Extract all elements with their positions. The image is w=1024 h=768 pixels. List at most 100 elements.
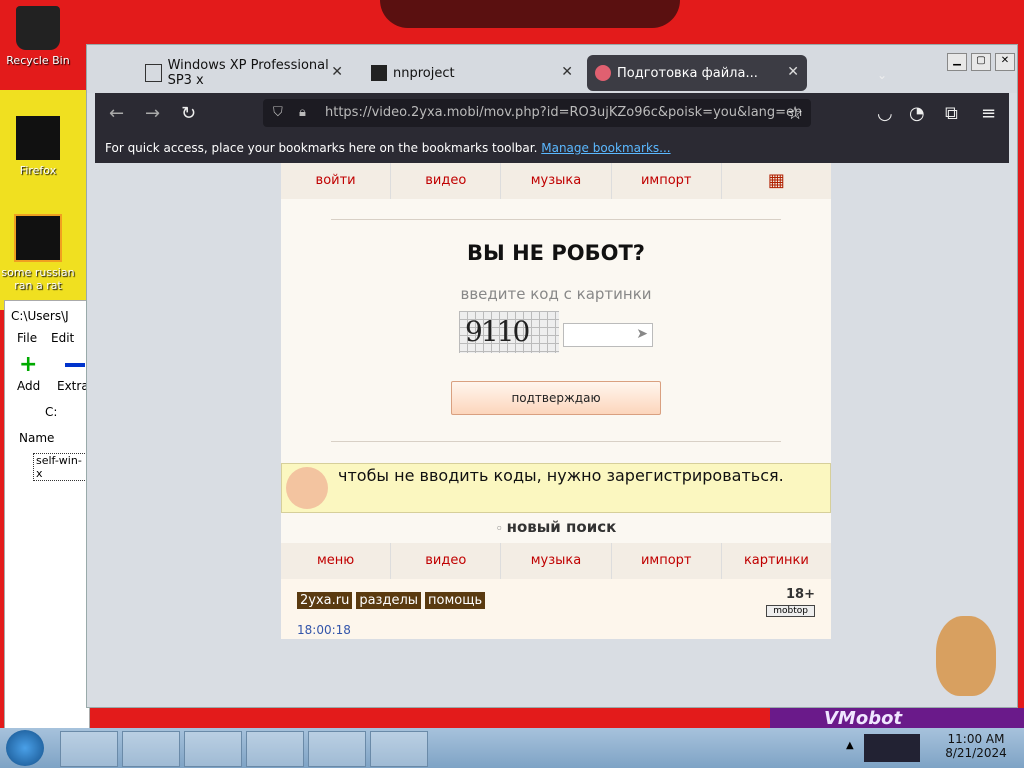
close-window-button[interactable]: ✕ [995, 53, 1015, 71]
page-footer: 2yxa.ru разделы помощь 18+ mobtop 18:00:18 [281, 579, 831, 639]
wallpaper-top-shape [380, 0, 680, 28]
web-page: войти видео музыка импорт ▦ ВЫ НЕ РОБОТ?… [281, 163, 831, 639]
tab-active-file[interactable]: Подготовка файла... ✕ [587, 55, 807, 91]
menu-icon[interactable]: ≡ [981, 103, 996, 124]
menu-login[interactable]: войти [281, 163, 392, 199]
firefox-icon [16, 116, 60, 160]
send-icon: ➤ [636, 326, 648, 342]
7zip-title: C:\Users\J [11, 309, 69, 323]
7zip-file-item[interactable]: self-win-x [33, 453, 89, 481]
menu-music[interactable]: музыка [501, 163, 612, 199]
7zip-path[interactable]: C: [45, 405, 57, 419]
captcha-code: 9110 [465, 315, 530, 348]
bookmark-star-icon[interactable]: ☆ [787, 103, 803, 124]
file-icon [14, 214, 62, 262]
7zip-menu-file[interactable]: File [17, 331, 37, 345]
taskbar-vm-app[interactable] [60, 731, 118, 767]
navigation-toolbar: ← → ↻ ⛉ 🔒︎ https://video.2yxa.mobi/mov.p… [95, 93, 1009, 133]
account-icon[interactable]: ◔ [909, 103, 925, 124]
shield-icon[interactable]: ⛉ [273, 99, 283, 127]
tab-windows-xp[interactable]: Windows XP Professional SP3 x ✕ [137, 55, 351, 91]
desktop-icon-rat[interactable]: some russian ran a rat [0, 214, 76, 292]
taskbar-firefox[interactable] [246, 731, 304, 767]
nnproject-icon [371, 65, 387, 81]
footer-link-site[interactable]: 2yxa.ru [297, 592, 353, 609]
server-time: 18:00:18 [297, 623, 351, 637]
forward-icon[interactable]: → [145, 103, 160, 124]
7zip-add-button[interactable]: Add [17, 379, 40, 393]
hamster-mascot [926, 606, 1006, 706]
chevron-down-icon[interactable]: ⌄ [877, 57, 887, 93]
close-icon[interactable]: ✕ [787, 64, 799, 80]
menu-import[interactable]: импорт [612, 163, 722, 199]
menu-music[interactable]: музыка [501, 543, 612, 579]
counter-badge[interactable]: mobtop [766, 605, 815, 617]
footer-tags: 2yxa.ru разделы помощь [297, 589, 489, 609]
desktop-icon-firefox[interactable]: Firefox [0, 116, 76, 177]
taskbar-7zip[interactable] [370, 731, 428, 767]
taskbar-browser-globe[interactable] [184, 731, 242, 767]
tray-app-icon[interactable] [864, 734, 920, 762]
new-search-link[interactable]: ◦ новый поиск [281, 518, 831, 536]
close-icon[interactable]: ✕ [561, 64, 573, 80]
close-icon[interactable]: ✕ [331, 64, 343, 80]
tab-label: nnproject [393, 65, 455, 81]
bookmarks-hint: For quick access, place your bookmarks h… [105, 141, 538, 155]
extract-icon [65, 363, 85, 367]
7zip-window[interactable]: C:\Users\J File Edit + Add Extrac C: Nam… [4, 300, 95, 730]
footer-link-help[interactable]: помощь [425, 592, 486, 609]
menu-video[interactable]: видео [391, 543, 502, 579]
library-icon [145, 64, 162, 82]
footer-link-sections[interactable]: разделы [356, 592, 422, 609]
menu-import[interactable]: импорт [612, 543, 722, 579]
menu-video[interactable]: видео [391, 163, 502, 199]
age-rating: 18+ [786, 587, 815, 602]
manage-bookmarks-link[interactable]: Manage bookmarks... [541, 141, 670, 155]
start-button[interactable] [6, 730, 44, 766]
firefox-window: Windows XP Professional SP3 x ✕ nnprojec… [86, 44, 1018, 708]
menu-pictures[interactable]: картинки [722, 543, 831, 579]
7zip-column-name[interactable]: Name [19, 431, 54, 445]
firefox-label: Firefox [19, 164, 57, 177]
recycle-bin-icon [16, 6, 60, 50]
url-bar[interactable]: ⛉ 🔒︎ https://video.2yxa.mobi/mov.php?id=… [263, 99, 811, 127]
desktop-icon-recycle-bin[interactable]: Recycle Bin [0, 6, 76, 67]
clock-time: 11:00 AM [947, 732, 1005, 746]
captcha-instruction: введите код с картинки [460, 285, 652, 303]
bullet-icon: ◦ [495, 522, 507, 535]
url-text[interactable]: https://video.2yxa.mobi/mov.php?id=RO3uj… [325, 99, 805, 127]
extensions-icon[interactable]: ⧉ [945, 103, 958, 124]
maximize-button[interactable]: ▢ [971, 53, 991, 71]
pocket-icon[interactable]: ◡ [877, 103, 893, 124]
notice-text: чтобы не вводить коды, нужно зарегистрир… [338, 466, 784, 485]
tray-expand-icon[interactable]: ▲ [846, 740, 854, 751]
reload-icon[interactable]: ↻ [181, 103, 196, 124]
taskbar: ▲ 11:00 AM 8/21/2024 [0, 728, 1024, 768]
confirm-button[interactable]: подтверждаю [451, 381, 661, 415]
minimize-button[interactable]: ▁ [947, 53, 967, 71]
add-icon: + [19, 352, 38, 377]
system-clock[interactable]: 11:00 AM 8/21/2024 [936, 732, 1016, 760]
lock-icon[interactable]: 🔒︎ [299, 99, 306, 127]
site-icon [595, 65, 611, 81]
tab-nnproject[interactable]: nnproject ✕ [363, 55, 581, 91]
page-title: ВЫ НЕ РОБОТ? [467, 241, 645, 265]
new-search-label: новый поиск [506, 518, 617, 536]
bookmarks-toolbar: For quick access, place your bookmarks h… [95, 133, 1009, 163]
avatar [286, 467, 328, 509]
7zip-menu-edit[interactable]: Edit [51, 331, 74, 345]
menu-main[interactable]: меню [281, 543, 392, 579]
taskbar-media-player[interactable] [122, 731, 180, 767]
back-icon[interactable]: ← [109, 103, 124, 124]
tab-label: Подготовка файла... [617, 65, 758, 81]
divider [331, 441, 781, 442]
captcha-input[interactable]: ➤ [563, 323, 653, 347]
tab-label: Windows XP Professional SP3 x [167, 58, 329, 88]
captcha-image: 9110 [459, 311, 559, 353]
grid-icon[interactable]: ▦ [722, 163, 831, 199]
taskbar-green-app[interactable] [308, 731, 366, 767]
divider [331, 219, 781, 220]
top-menu: войти видео музыка импорт ▦ [281, 163, 831, 199]
register-notice: чтобы не вводить коды, нужно зарегистрир… [281, 463, 831, 513]
vmobot-text: VMobot [824, 708, 903, 729]
